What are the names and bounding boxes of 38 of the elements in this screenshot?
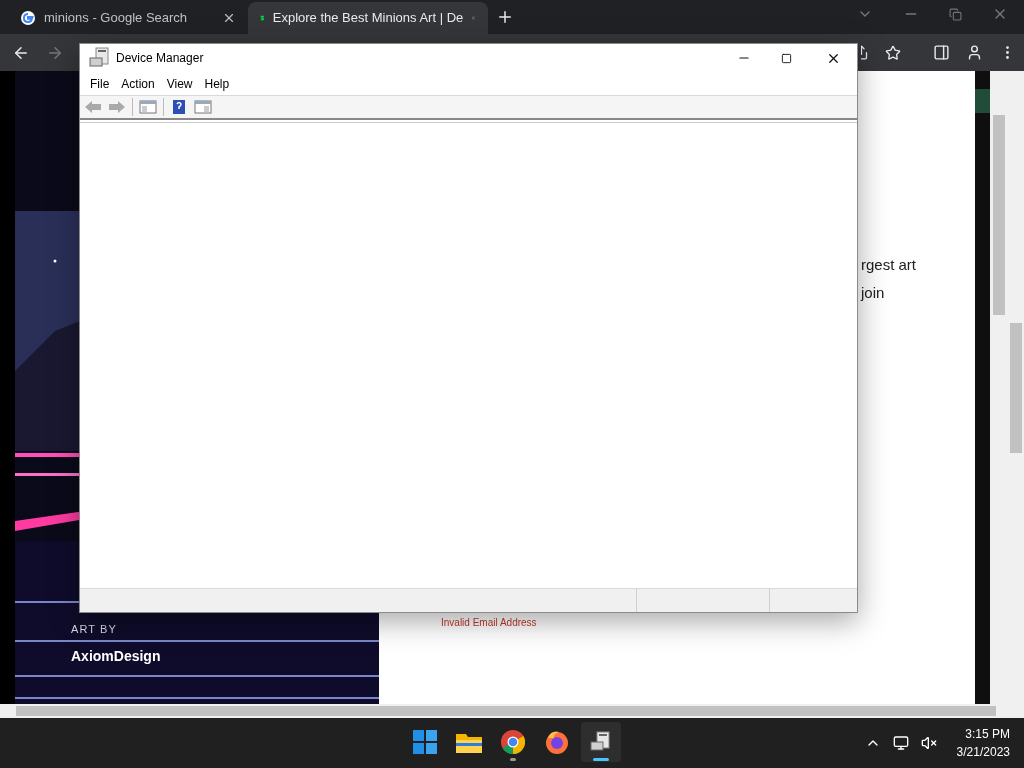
clock-time[interactable]: 3:15 PM [965,725,1010,743]
menu-item[interactable]: File [84,74,116,93]
bookmark-star-icon[interactable] [885,44,901,61]
volume-muted-icon[interactable] [920,735,937,751]
computer-hardware-icon [88,46,112,70]
error-message: Invalid Email Address [441,616,537,630]
firefox-icon [545,730,569,754]
side-panel-icon[interactable] [933,44,950,61]
help-icon[interactable] [170,99,188,115]
new-tab-icon[interactable] [496,8,514,26]
clock-date[interactable]: 3/21/2023 [956,743,1010,761]
chrome-icon [501,730,525,754]
horizontal-scrollbar[interactable] [0,704,1024,718]
menu-item[interactable]: Help [198,74,236,93]
menu-item[interactable]: View [160,74,199,93]
vertical-scrollbar[interactable] [990,71,1007,704]
art-by-label: ART BY [71,622,118,637]
computer-hardware-icon [589,730,613,754]
description-text: rgest art [861,255,917,275]
window-title: Device Manager [116,50,204,67]
artist-name[interactable]: AxiomDesign [71,645,161,667]
restore-icon[interactable] [949,7,962,21]
taskbar-app[interactable] [581,722,621,762]
folder-icon [456,731,482,753]
browser-tab[interactable]: minions - Google Search [8,2,248,34]
tab-title: Explore the Best Minions Art | De [272,9,464,28]
vertical-scrollbar[interactable] [1007,71,1024,704]
close-tab-icon[interactable] [222,11,236,25]
description-text: join [861,283,886,303]
tab-title: minions - Google Search [44,9,189,28]
network-icon[interactable] [892,735,909,751]
maximize-icon[interactable] [781,52,792,64]
windows-logo-icon [413,730,437,754]
browser-tab[interactable]: Explore the Best Minions Art | De [248,2,488,34]
profile-icon[interactable] [966,44,983,61]
share-icon[interactable] [861,45,869,60]
menu-item[interactable]: Action [115,74,161,93]
google-icon [20,10,36,26]
